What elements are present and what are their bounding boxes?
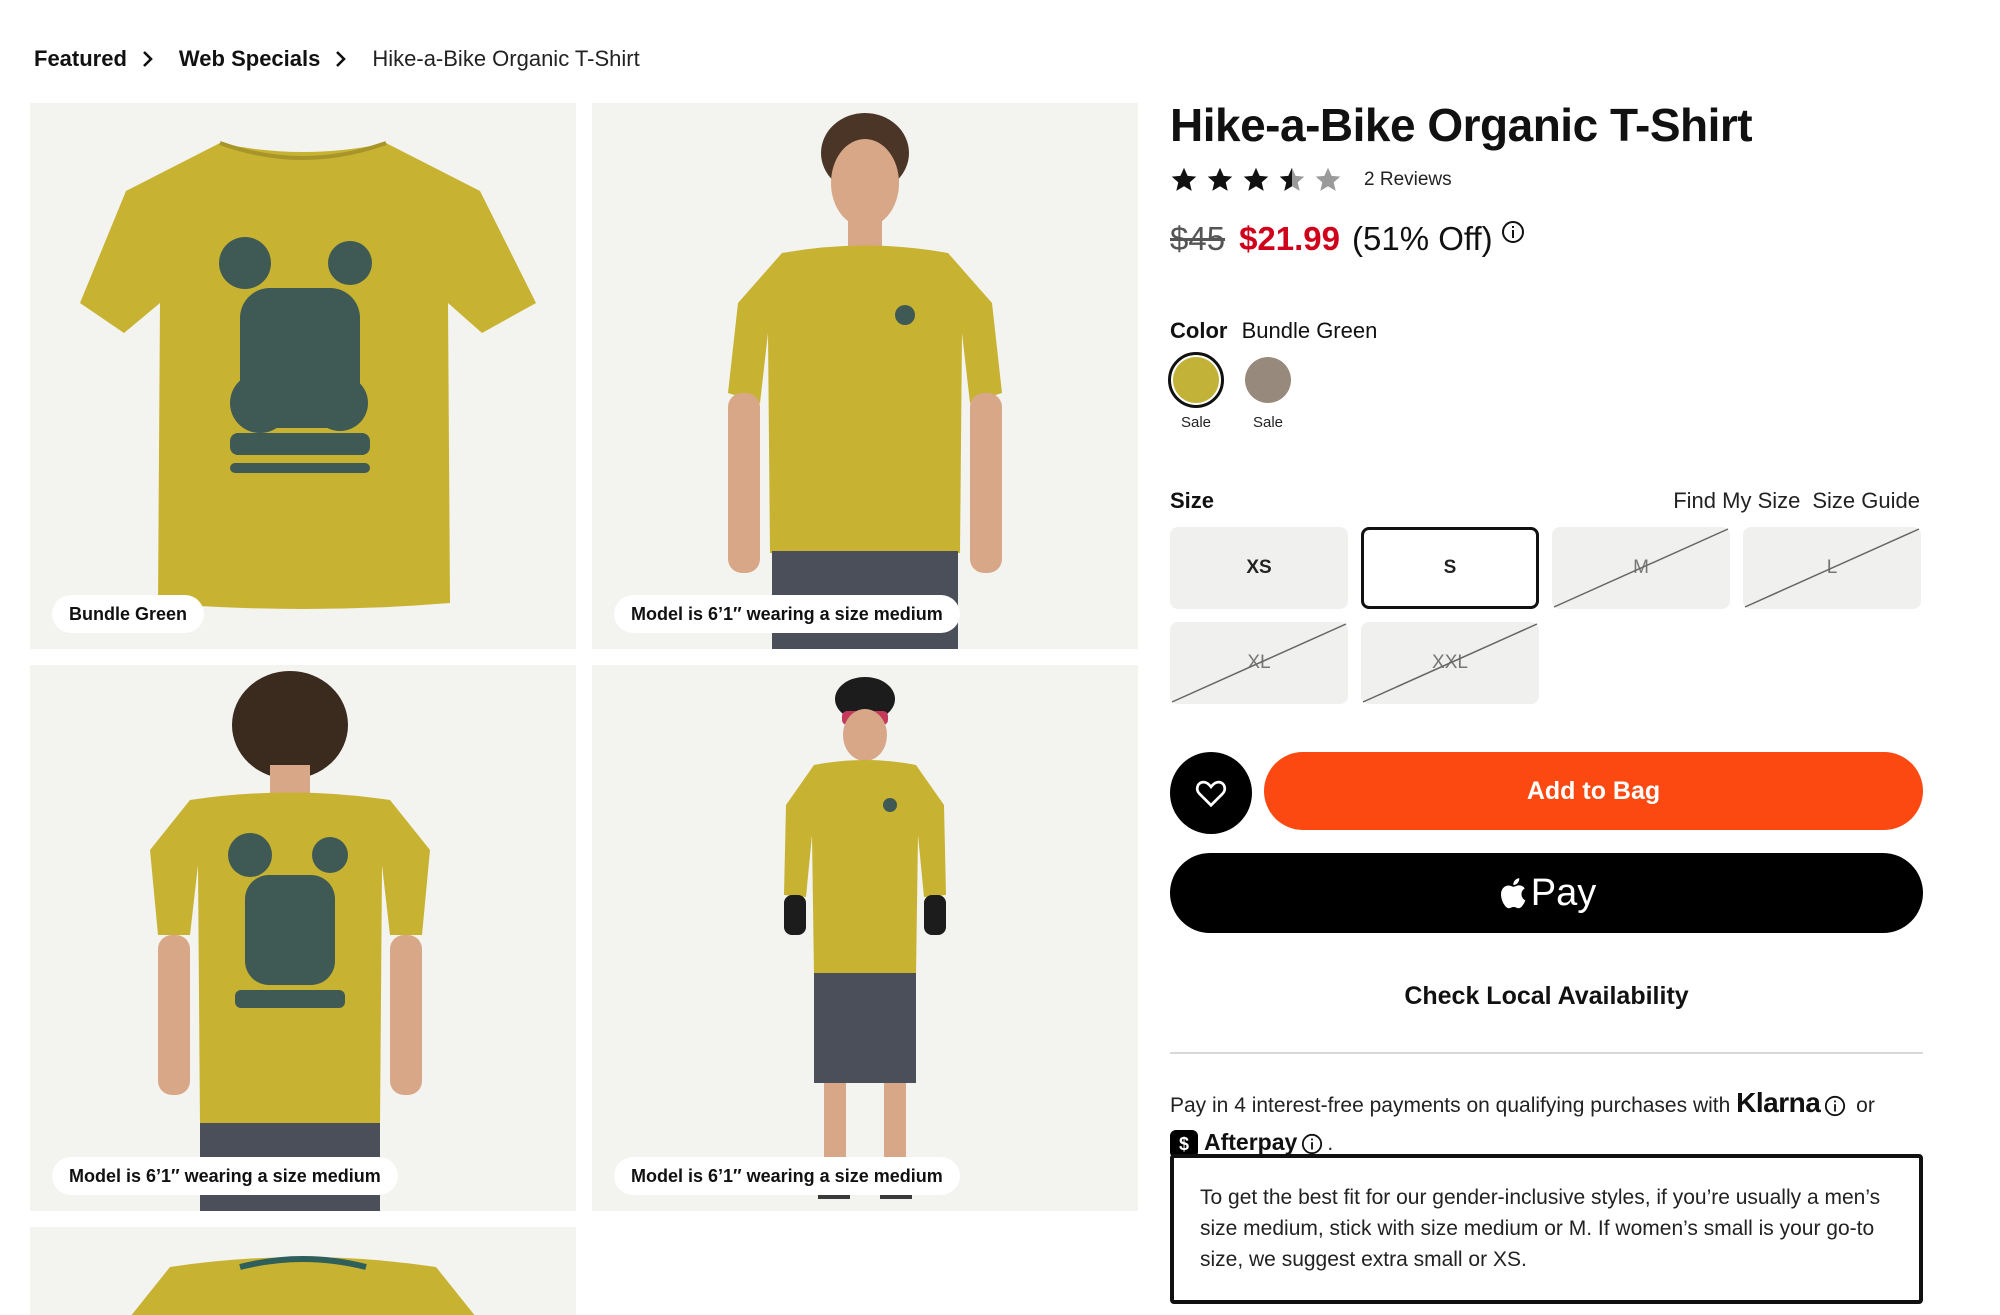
star-filled-icon [1243, 167, 1269, 191]
find-my-size-link[interactable]: Find My Size [1673, 488, 1800, 514]
price: $45 $21.99 (51% Off) [1170, 220, 1525, 258]
rating[interactable]: 2 Reviews [1170, 166, 1452, 194]
model-front-image [728, 113, 1002, 649]
installment-text: Pay in 4 interest-free payments on quali… [1170, 1094, 1731, 1117]
size-option-xs[interactable]: XS [1170, 527, 1348, 609]
product-image-model-front[interactable]: Model is 6’1″ wearing a size medium [592, 103, 1138, 649]
size-option-xxl[interactable]: XXL [1361, 622, 1539, 704]
breadcrumb: Featured Web Specials Hike-a-Bike Organi… [34, 46, 640, 72]
color-swatch-bundle-green[interactable]: Sale [1160, 352, 1232, 431]
color-label: Color [1170, 318, 1228, 343]
apple-logo-icon [1500, 878, 1526, 909]
size-label: Size [1170, 488, 1215, 513]
star-filled-icon [1207, 167, 1233, 191]
or-text: or [1856, 1094, 1875, 1117]
sale-price: $21.99 [1239, 220, 1340, 257]
size-option-m[interactable]: M [1552, 527, 1730, 609]
collar-detail-image [131, 1256, 475, 1315]
image-caption: Bundle Green [52, 595, 205, 633]
product-image-collar-detail[interactable] [30, 1227, 576, 1315]
image-caption: Model is 6’1″ wearing a size medium [614, 1157, 960, 1195]
color-selected-name: Bundle Green [1241, 318, 1378, 343]
size-guide-link[interactable]: Size Guide [1812, 488, 1920, 514]
color-swatches: Sale Sale [1160, 352, 1304, 431]
size-option-label: XS [1246, 557, 1272, 578]
swatch-fill [1245, 357, 1291, 403]
product-image-shirt-back[interactable]: Bundle Green [30, 103, 576, 649]
model-back-image [150, 671, 430, 1211]
product-title: Hike-a-Bike Organic T-Shirt [1170, 99, 1753, 151]
klarna-logo: Klarna [1736, 1087, 1821, 1118]
apple-pay-button[interactable]: Pay [1170, 853, 1923, 933]
image-caption: Model is 6’1″ wearing a size medium [52, 1157, 398, 1195]
swatch-fill [1173, 357, 1219, 403]
swatch-sale-tag: Sale [1180, 414, 1212, 431]
installment-payments-info: Pay in 4 interest-free payments on quali… [1170, 1084, 1950, 1162]
fit-note: To get the best fit for our gender-inclu… [1170, 1154, 1923, 1304]
add-to-bag-button[interactable]: Add to Bag [1264, 752, 1923, 830]
discount-percent: (51% Off) [1352, 220, 1493, 257]
heart-icon [1195, 780, 1227, 808]
breadcrumb-current: Hike-a-Bike Organic T-Shirt [372, 46, 640, 71]
model-gear-image [784, 677, 946, 1199]
chevron-right-icon [141, 51, 157, 67]
unavailable-slash [1362, 623, 1538, 703]
chevron-right-icon [334, 51, 350, 67]
apple-pay-label: Pay [1530, 871, 1597, 914]
unavailable-slash [1553, 528, 1729, 608]
size-option-l[interactable]: L [1743, 527, 1921, 609]
afterpay-logo: Afterpay [1204, 1129, 1298, 1155]
unavailable-slash [1171, 623, 1347, 703]
info-icon[interactable] [1301, 1133, 1323, 1155]
color-selector-label: Color Bundle Green [1170, 318, 1377, 344]
star-half-icon [1279, 167, 1305, 191]
star-filled-icon [1171, 167, 1197, 191]
size-help-links: Find My Size Size Guide [1673, 488, 1920, 514]
divider [1170, 1052, 1923, 1054]
check-local-availability-link[interactable]: Check Local Availability [1170, 982, 1923, 1011]
product-image-model-gear[interactable]: Model is 6’1″ wearing a size medium [592, 665, 1138, 1211]
unavailable-slash [1744, 528, 1920, 608]
breadcrumb-link-web-specials[interactable]: Web Specials [179, 46, 320, 72]
size-option-label: S [1443, 557, 1457, 578]
wishlist-button[interactable] [1170, 752, 1252, 834]
size-option-s[interactable]: S [1361, 527, 1539, 609]
swatch-sale-tag: Sale [1252, 414, 1284, 431]
original-price: $45 [1170, 220, 1226, 257]
size-options: XS S M L XL XXL [1170, 527, 1923, 704]
swatch-circle[interactable] [1240, 352, 1296, 408]
info-icon[interactable] [1824, 1095, 1846, 1117]
star-empty-icon [1315, 167, 1341, 191]
breadcrumb-link-featured[interactable]: Featured [34, 46, 127, 72]
reviews-link[interactable]: 2 Reviews [1364, 169, 1452, 191]
product-image-model-back[interactable]: Model is 6’1″ wearing a size medium [30, 665, 576, 1211]
info-icon[interactable] [1501, 220, 1525, 244]
color-swatch-alt[interactable]: Sale [1232, 352, 1304, 431]
image-caption: Model is 6’1″ wearing a size medium [614, 595, 960, 633]
swatch-circle[interactable] [1168, 352, 1224, 408]
shirt-back-image [80, 141, 536, 609]
period-text: . [1327, 1132, 1334, 1155]
size-option-xl[interactable]: XL [1170, 622, 1348, 704]
